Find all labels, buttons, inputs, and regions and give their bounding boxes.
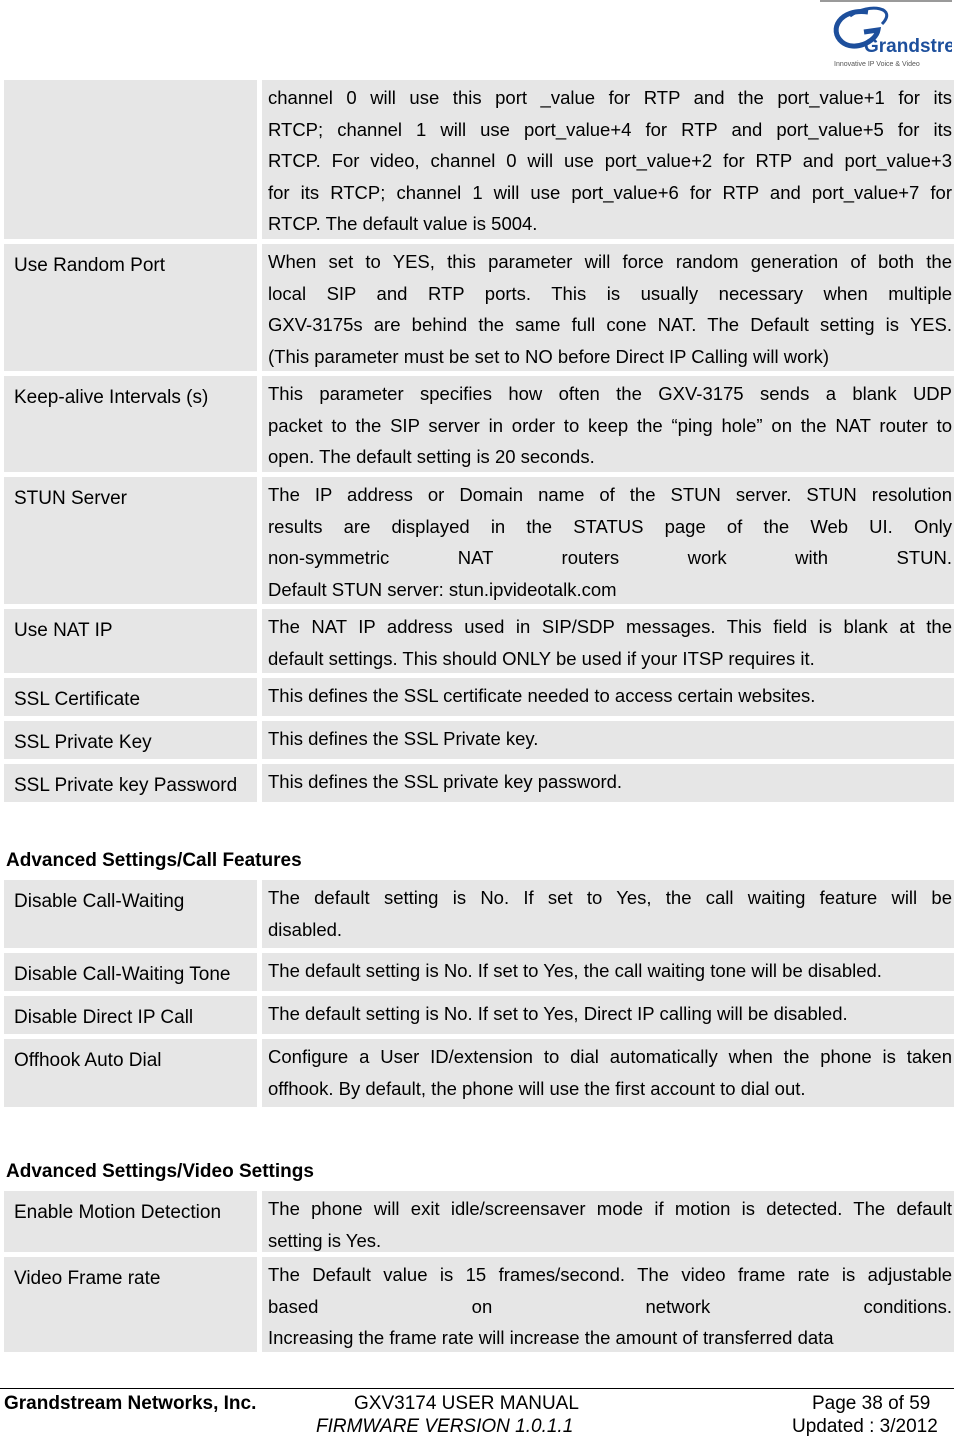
table-row: SSL Certificate This defines the SSL cert… bbox=[4, 678, 954, 716]
setting-description: The default setting is No. If set to Yes… bbox=[262, 880, 954, 948]
setting-name: Use NAT IP bbox=[4, 609, 257, 673]
footer-updated-date: Updated : 3/2012 bbox=[792, 1416, 938, 1437]
table-row: Disable Call-Waiting The default setting … bbox=[4, 880, 954, 948]
footer-company: Grandstream Networks, Inc. bbox=[4, 1393, 257, 1414]
description-line: This defines the SSL Private key. bbox=[268, 728, 539, 749]
setting-name: Disable Direct IP Call bbox=[4, 996, 257, 1034]
footer-page-number: Page 38 of 59 bbox=[812, 1393, 931, 1414]
description-line: The Default value is 15 frames/second. T… bbox=[268, 1264, 952, 1285]
setting-name: Video Frame rate bbox=[4, 1257, 257, 1352]
table-row: Disable Call-Waiting Tone The default set… bbox=[4, 953, 954, 991]
logo-brand-text: Grandstream bbox=[864, 36, 952, 57]
table-row: Video Frame rate The Default value is 15 … bbox=[4, 1257, 954, 1352]
setting-name: Disable Call-Waiting bbox=[4, 880, 257, 948]
settings-table-nat: channel 0 will use this port _value for … bbox=[4, 80, 954, 807]
description-line: Default STUN server: stun.ipvideotalk.co… bbox=[268, 578, 617, 600]
settings-table-video-settings: Enable Motion Detection The phone will ex… bbox=[4, 1191, 954, 1357]
logo-tagline: Innovative IP Voice & Video bbox=[834, 61, 920, 68]
setting-description: The default setting is No. If set to Yes… bbox=[262, 996, 954, 1034]
description-line: local SIP and RTP ports. This is usually… bbox=[268, 282, 952, 304]
section-heading-call-features: Advanced Settings/Call Features bbox=[6, 850, 302, 871]
description-line: When set to YES, this parameter will for… bbox=[268, 251, 952, 272]
setting-name: STUN Server bbox=[4, 477, 257, 604]
description-line: This defines the SSL private key passwor… bbox=[268, 771, 623, 792]
description-line: This parameter specifies how often the G… bbox=[268, 383, 952, 404]
setting-description: The phone will exit idle/screensaver mod… bbox=[262, 1191, 954, 1252]
table-row: Keep-alive Intervals (s) This parameter s… bbox=[4, 376, 954, 472]
setting-name: Keep-alive Intervals (s) bbox=[4, 376, 257, 472]
description-line: RTCP. The default value is 5004. bbox=[268, 213, 538, 234]
table-row: Use Random Port When set to YES, this par… bbox=[4, 244, 954, 371]
table-row: channel 0 will use this port _value for … bbox=[4, 80, 954, 239]
footer-manual-title: GXV3174 USER MANUAL bbox=[354, 1393, 579, 1414]
setting-description: The IP address or Domain name of the STU… bbox=[262, 477, 954, 604]
table-row: Disable Direct IP Call The default settin… bbox=[4, 996, 954, 1034]
table-row: SSL Private key Password This defines the… bbox=[4, 764, 954, 802]
setting-description: Configure a User ID/extension to dial au… bbox=[262, 1039, 954, 1107]
table-row: SSL Private Key This defines the SSL Priv… bbox=[4, 721, 954, 759]
description-line: RTCP; channel 1 will use port_value+4 fo… bbox=[268, 118, 952, 140]
setting-description: channel 0 will use this port _value for … bbox=[262, 80, 954, 239]
description-line: Configure a User ID/extension to dial au… bbox=[268, 1046, 952, 1067]
description-line: setting is Yes. bbox=[268, 1229, 382, 1251]
description-line: results are displayed in the STATUS page… bbox=[268, 515, 952, 537]
setting-name: Disable Call-Waiting Tone bbox=[4, 953, 257, 991]
setting-description: When set to YES, this parameter will for… bbox=[262, 244, 954, 371]
setting-name: SSL Private key Password bbox=[4, 764, 257, 802]
setting-description: The NAT IP address used in SIP/SDP messa… bbox=[262, 609, 954, 673]
setting-name bbox=[4, 80, 257, 239]
setting-name: SSL Private Key bbox=[4, 721, 257, 759]
description-line: (This parameter must be set to NO before… bbox=[268, 345, 830, 367]
setting-name: Offhook Auto Dial bbox=[4, 1039, 257, 1107]
setting-description: This defines the SSL Private key. bbox=[262, 721, 954, 759]
section-heading-video-settings: Advanced Settings/Video Settings bbox=[6, 1161, 314, 1182]
setting-description: This defines the SSL certificate needed … bbox=[262, 678, 954, 716]
description-line: packet to the SIP server in order to kee… bbox=[268, 414, 952, 436]
description-line: The default setting is No. If set to Yes… bbox=[268, 887, 952, 908]
description-line: The phone will exit idle/screensaver mod… bbox=[268, 1198, 952, 1219]
table-row: Offhook Auto Dial Configure a User ID/ext… bbox=[4, 1039, 954, 1107]
description-line: GXV-3175s are behind the same full cone … bbox=[268, 314, 952, 335]
footer-firmware-version: FIRMWARE VERSION 1.0.1.1 bbox=[316, 1416, 574, 1437]
description-line: default settings. This should ONLY be us… bbox=[268, 647, 815, 669]
description-line: The default setting is No. If set to Yes… bbox=[268, 1003, 848, 1024]
setting-description: This defines the SSL private key passwor… bbox=[262, 764, 954, 802]
description-line: The IP address or Domain name of the STU… bbox=[268, 484, 952, 505]
table-row: Enable Motion Detection The phone will ex… bbox=[4, 1191, 954, 1252]
description-line: RTCP. For video, channel 0 will use port… bbox=[268, 150, 952, 171]
description-line: channel 0 will use this port _value for … bbox=[268, 87, 952, 108]
description-line: The NAT IP address used in SIP/SDP messa… bbox=[268, 616, 952, 637]
description-line: This defines the SSL certificate needed … bbox=[268, 685, 816, 706]
setting-name: Enable Motion Detection bbox=[4, 1191, 257, 1252]
description-line: Increasing the frame rate will increase … bbox=[268, 1327, 834, 1348]
setting-name: Use Random Port bbox=[4, 244, 257, 371]
description-line: disabled. bbox=[268, 918, 343, 940]
description-line: for its RTCP; channel 1 will use port_va… bbox=[268, 181, 952, 203]
description-line: The default setting is No. If set to Yes… bbox=[268, 960, 882, 981]
description-line: offhook. By default, the phone will use … bbox=[268, 1077, 806, 1099]
setting-description: This parameter specifies how often the G… bbox=[262, 376, 954, 472]
setting-description: The default setting is No. If set to Yes… bbox=[262, 953, 954, 991]
table-row: Use NAT IP The NAT IP address used in SIP… bbox=[4, 609, 954, 673]
settings-table-call-features: Disable Call-Waiting The default setting … bbox=[4, 880, 954, 1112]
description-line: non-symmetric NAT routers work with STUN… bbox=[268, 547, 952, 568]
setting-name: SSL Certificate bbox=[4, 678, 257, 716]
grandstream-logo: Grandstream Innovative IP Voice & Video bbox=[820, 0, 952, 74]
page-footer: Grandstream Networks, Inc. GXV3174 USER … bbox=[0, 1388, 954, 1437]
description-line: open. The default setting is 20 seconds. bbox=[268, 446, 595, 467]
setting-description: The Default value is 15 frames/second. T… bbox=[262, 1257, 954, 1352]
description-line: based on network conditions. bbox=[268, 1295, 952, 1317]
table-row: STUN Server The IP address or Domain name… bbox=[4, 477, 954, 604]
